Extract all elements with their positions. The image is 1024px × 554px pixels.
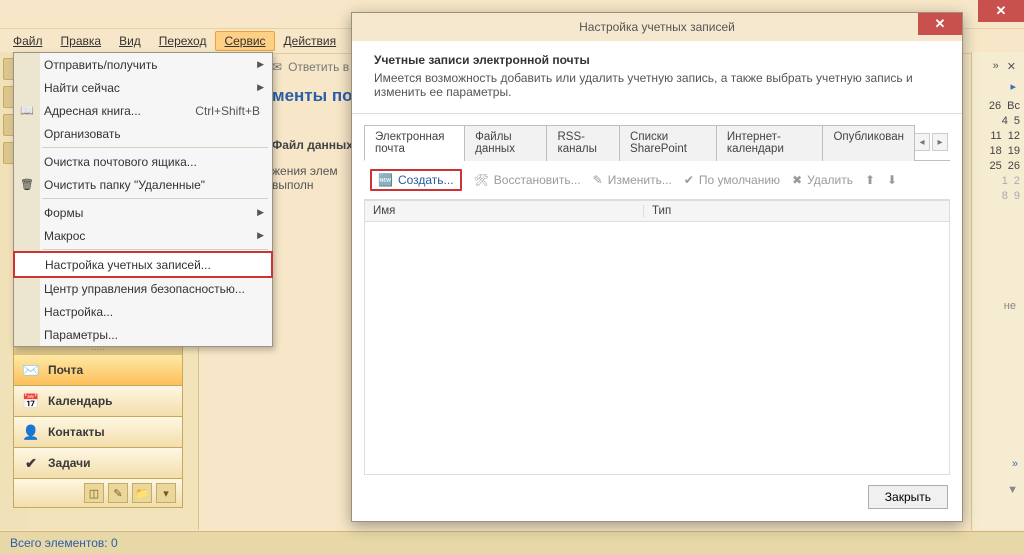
tab-email[interactable]: Электронная почта — [364, 125, 465, 161]
dialog-tabs: Электронная почта Файлы данных RSS-канал… — [364, 124, 950, 161]
navigation-pane: ····· ✉️ Почта 📅 Календарь 👤 Контакты ✔ … — [13, 346, 183, 508]
todo-chevron[interactable]: ▸ — [972, 80, 1024, 93]
task-dropdown-icon[interactable]: ▼ — [1007, 484, 1018, 496]
nav-shortcut-icon[interactable]: 📁 — [132, 483, 152, 503]
content-line2: выполн — [272, 178, 353, 192]
menu-customize[interactable]: Настройка... — [14, 300, 272, 323]
tab-published[interactable]: Опубликован — [822, 125, 915, 161]
new-icon: 🆕 — [378, 173, 393, 187]
dialog-close-footer-button[interactable]: Закрыть — [868, 485, 948, 509]
tab-datafiles[interactable]: Файлы данных — [464, 125, 547, 161]
tab-sharepoint[interactable]: Списки SharePoint — [619, 125, 717, 161]
tab-rss[interactable]: RSS-каналы — [546, 125, 620, 161]
nav-configure-icon[interactable]: ▾ — [156, 483, 176, 503]
tab-internet-calendars[interactable]: Интернет-календари — [716, 125, 824, 161]
dialog-header: Учетные записи электронной почты Имеется… — [352, 41, 962, 114]
tools-dropdown: Отправить/получить▶ Найти сейчас▶ 📖 Адре… — [13, 52, 273, 347]
menu-go[interactable]: Переход — [150, 31, 216, 51]
address-book-icon: 📖 — [19, 103, 35, 119]
menu-edit[interactable]: Правка — [52, 31, 111, 51]
menu-tools[interactable]: Сервис — [215, 31, 274, 51]
menu-find-now[interactable]: Найти сейчас▶ — [14, 76, 272, 99]
content-line1: жения элем — [272, 164, 353, 178]
repair-icon: 🛠 — [474, 173, 489, 187]
todo-bar: » ✕ ▸ 26Вс 45 1112 1819 2526 12 89 не » … — [971, 52, 1024, 530]
menu-file[interactable]: Файл — [4, 31, 52, 51]
nav-shortcut-icon[interactable]: ◫ — [84, 483, 104, 503]
content-partial: менты по Файл данных жения элем выполн — [272, 56, 353, 192]
later-text: не — [972, 300, 1024, 312]
nav-shortcut-icon[interactable]: ✎ — [108, 483, 128, 503]
remove-account-button: ✖ Удалить — [792, 173, 853, 187]
menu-organize[interactable]: Организовать — [14, 122, 272, 145]
nav-calendar[interactable]: 📅 Календарь — [13, 386, 183, 417]
trash-icon: 🗑 — [19, 177, 35, 193]
menu-address-book[interactable]: 📖 Адресная книга... Ctrl+Shift+B — [14, 99, 272, 122]
set-default-button: ✔ По умолчанию — [684, 173, 780, 187]
col-name[interactable]: Имя — [365, 205, 644, 217]
accounts-toolbar: 🆕 Создать... 🛠 Восстановить... ✎ Изменит… — [364, 161, 950, 200]
accounts-list-header: Имя Тип — [364, 200, 950, 222]
new-account-button[interactable]: 🆕 Создать... — [378, 173, 454, 187]
delete-icon: ✖ — [792, 173, 802, 187]
menu-mailbox-cleanup[interactable]: Очистка почтового ящика... — [14, 150, 272, 173]
edit-icon: ✎ — [593, 173, 603, 187]
task-chevron[interactable]: » — [1012, 458, 1018, 470]
status-bar: Всего элементов: 0 — [0, 531, 1024, 554]
menu-send-receive[interactable]: Отправить/получить▶ — [14, 53, 272, 76]
menu-empty-deleted[interactable]: 🗑 Очистить папку "Удаленные" — [14, 173, 272, 196]
chevron-right-icon[interactable]: » — [993, 60, 999, 72]
窗口-close-button[interactable]: ✕ — [978, 0, 1024, 22]
close-icon[interactable]: ✕ — [1007, 60, 1016, 73]
tab-scroll[interactable]: ◂▸ — [914, 124, 950, 160]
nav-footer: ◫ ✎ 📁 ▾ — [13, 479, 183, 508]
col-type[interactable]: Тип — [644, 205, 949, 217]
change-account-button: ✎ Изменить... — [593, 173, 672, 187]
move-up-button: ⬆ — [865, 173, 875, 187]
menu-forms[interactable]: Формы▶ — [14, 201, 272, 224]
calendar-icon: 📅 — [22, 392, 40, 410]
datafile-label: Файл данных — [272, 138, 353, 152]
dialog-close-button[interactable]: ✕ — [918, 13, 962, 35]
dialog-title: Настройка учетных записей — [579, 20, 735, 34]
dialog-subheading: Имеется возможность добавить или удалить… — [374, 71, 940, 99]
mail-icon: ✉️ — [22, 361, 40, 379]
dialog-heading: Учетные записи электронной почты — [374, 53, 940, 67]
repair-account-button: 🛠 Восстановить... — [474, 173, 581, 187]
mini-calendar-partial: 26Вс 45 1112 1819 2526 12 89 — [972, 93, 1024, 210]
menu-account-settings[interactable]: Настройка учетных записей... — [13, 251, 273, 278]
nav-contacts[interactable]: 👤 Контакты — [13, 417, 183, 448]
account-settings-dialog: Настройка учетных записей ✕ Учетные запи… — [351, 12, 963, 522]
menu-macro[interactable]: Макрос▶ — [14, 224, 272, 247]
nav-tasks[interactable]: ✔ Задачи — [13, 448, 183, 479]
menu-trust-center[interactable]: Центр управления безопасностью... — [14, 277, 272, 300]
dialog-title-bar[interactable]: Настройка учетных записей ✕ — [352, 13, 962, 41]
status-text: Всего элементов: 0 — [10, 536, 118, 550]
new-account-button-highlight: 🆕 Создать... — [370, 169, 462, 191]
contacts-icon: 👤 — [22, 423, 40, 441]
menu-actions[interactable]: Действия — [275, 31, 346, 51]
nav-grip[interactable]: ····· — [13, 346, 183, 355]
accounts-list[interactable] — [364, 222, 950, 475]
move-down-button: ⬇ — [887, 173, 897, 187]
content-heading-partial: менты по — [272, 86, 353, 106]
tasks-icon: ✔ — [22, 454, 40, 472]
check-icon: ✔ — [684, 173, 694, 187]
nav-mail[interactable]: ✉️ Почта — [13, 355, 183, 386]
menu-view[interactable]: Вид — [110, 31, 150, 51]
menu-options[interactable]: Параметры... — [14, 323, 272, 346]
